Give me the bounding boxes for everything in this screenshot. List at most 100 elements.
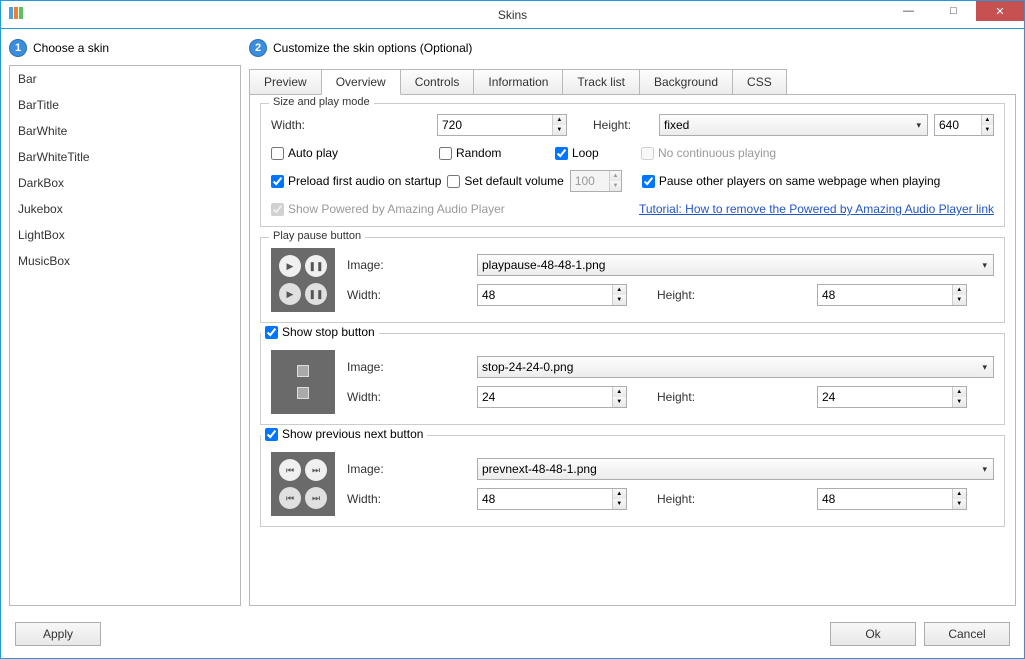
spinner-up-icon[interactable]: ▲ [982, 115, 993, 125]
spinner-down-icon[interactable]: ▼ [953, 397, 966, 407]
stop-legend-checkbox[interactable]: Show stop button [261, 325, 379, 339]
skin-item[interactable]: BarTitle [10, 92, 240, 118]
prevnext-height-spinner[interactable]: ▲▼ [817, 488, 967, 510]
defvol-spinner: ▲▼ [570, 170, 622, 192]
ok-button[interactable]: Ok [830, 622, 916, 646]
random-label: Random [456, 146, 501, 160]
titlebar[interactable]: Skins — □ ✕ [1, 1, 1024, 29]
step1-label: Choose a skin [33, 41, 109, 55]
spinner-down-icon[interactable]: ▼ [953, 295, 966, 305]
prevnext-image-value: prevnext-48-48-1.png [482, 462, 597, 476]
maximize-button[interactable]: □ [931, 1, 976, 21]
prevnext-fieldset: Show previous next button ⏮⏭ ⏮⏭ Image: p… [260, 435, 1005, 527]
spinner-up-icon[interactable]: ▲ [553, 115, 566, 125]
defvol-checkbox[interactable]: Set default volume [447, 174, 563, 188]
spinner-up-icon[interactable]: ▲ [953, 285, 966, 295]
close-button[interactable]: ✕ [976, 1, 1024, 21]
prevnext-legend-checkbox[interactable]: Show previous next button [261, 427, 427, 441]
playpause-width-input[interactable] [478, 285, 612, 305]
playpause-height-spinner[interactable]: ▲▼ [817, 284, 967, 306]
skin-item[interactable]: BarWhiteTitle [10, 144, 240, 170]
stop-height-spinner[interactable]: ▲▼ [817, 386, 967, 408]
tab-controls[interactable]: Controls [400, 69, 475, 94]
spinner-down-icon[interactable]: ▼ [613, 397, 626, 407]
spinner-up-icon[interactable]: ▲ [953, 489, 966, 499]
defvol-label: Set default volume [464, 174, 563, 188]
tab-preview[interactable]: Preview [249, 69, 322, 94]
loop-label: Loop [572, 146, 599, 160]
random-checkbox[interactable]: Random [439, 146, 549, 160]
skin-item[interactable]: Bar [10, 66, 240, 92]
prevnext-height-label: Height: [657, 492, 807, 506]
stop-width-label: Width: [347, 390, 467, 404]
prevnext-width-spinner[interactable]: ▲▼ [477, 488, 627, 510]
pauseothers-label: Pause other players on same webpage when… [659, 174, 941, 188]
stop-image-select[interactable]: stop-24-24-0.png [477, 356, 994, 378]
skin-item[interactable]: DarkBox [10, 170, 240, 196]
tutorial-link[interactable]: Tutorial: How to remove the Powered by A… [639, 202, 994, 216]
playpause-image-value: playpause-48-48-1.png [482, 258, 605, 272]
stop-image-label: Image: [347, 360, 467, 374]
loop-checkbox[interactable]: Loop [555, 146, 635, 160]
stop-image-value: stop-24-24-0.png [482, 360, 573, 374]
skin-item[interactable]: LightBox [10, 222, 240, 248]
tab-background[interactable]: Background [639, 69, 733, 94]
tab-css[interactable]: CSS [732, 69, 787, 94]
playpause-image-select[interactable]: playpause-48-48-1.png [477, 254, 994, 276]
spinner-down-icon[interactable]: ▼ [982, 125, 993, 135]
spinner-up-icon: ▲ [610, 171, 621, 181]
playpause-width-spinner[interactable]: ▲▼ [477, 284, 627, 306]
stop-height-label: Height: [657, 390, 807, 404]
width-input[interactable] [438, 115, 552, 135]
cancel-button[interactable]: Cancel [924, 622, 1010, 646]
nocontinuous-label: No continuous playing [658, 146, 776, 160]
stop-width-input[interactable] [478, 387, 612, 407]
prev-icon: ⏮ [279, 487, 301, 509]
spinner-down-icon[interactable]: ▼ [953, 499, 966, 509]
preload-checkbox[interactable]: Preload first audio on startup [271, 174, 441, 188]
skin-list[interactable]: BarBarTitleBarWhiteBarWhiteTitleDarkBoxJ… [9, 65, 241, 606]
spinner-up-icon[interactable]: ▲ [613, 489, 626, 499]
prevnext-height-input[interactable] [818, 489, 952, 509]
spinner-up-icon[interactable]: ▲ [613, 285, 626, 295]
apply-button[interactable]: Apply [15, 622, 101, 646]
width-spinner[interactable]: ▲▼ [437, 114, 567, 136]
tab-information[interactable]: Information [473, 69, 563, 94]
step1-badge: 1 [9, 39, 27, 57]
tab-track-list[interactable]: Track list [562, 69, 640, 94]
stop-height-input[interactable] [818, 387, 952, 407]
next-icon: ⏭ [305, 487, 327, 509]
step1-header: 1 Choose a skin [9, 37, 241, 59]
prevnext-image-select[interactable]: prevnext-48-48-1.png [477, 458, 994, 480]
spinner-down-icon[interactable]: ▼ [553, 125, 566, 135]
pauseothers-checkbox[interactable]: Pause other players on same webpage when… [642, 174, 941, 188]
height-input[interactable] [935, 115, 981, 135]
step2-label: Customize the skin options (Optional) [273, 41, 472, 55]
play-icon: ▶ [279, 283, 301, 305]
minimize-button[interactable]: — [886, 1, 931, 21]
spinner-down-icon[interactable]: ▼ [613, 295, 626, 305]
window-controls: — □ ✕ [886, 1, 1024, 21]
playpause-height-input[interactable] [818, 285, 952, 305]
preload-label: Preload first audio on startup [288, 174, 441, 188]
autoplay-checkbox[interactable]: Auto play [271, 146, 433, 160]
tab-overview[interactable]: Overview [321, 69, 401, 95]
height-spinner[interactable]: ▲▼ [934, 114, 994, 136]
stop-width-spinner[interactable]: ▲▼ [477, 386, 627, 408]
spinner-down-icon[interactable]: ▼ [613, 499, 626, 509]
skin-item[interactable]: MusicBox [10, 248, 240, 274]
spinner-down-icon: ▼ [610, 181, 621, 191]
nocontinuous-checkbox: No continuous playing [641, 146, 776, 160]
skin-item[interactable]: Jukebox [10, 196, 240, 222]
window-title: Skins [498, 8, 527, 22]
next-icon: ⏭ [305, 459, 327, 481]
play-icon: ▶ [279, 255, 301, 277]
playpause-fieldset: Play pause button ▶❚❚ ▶❚❚ Image: playpau… [260, 237, 1005, 323]
prevnext-width-input[interactable] [478, 489, 612, 509]
spinner-up-icon[interactable]: ▲ [613, 387, 626, 397]
skin-item[interactable]: BarWhite [10, 118, 240, 144]
prevnext-preview: ⏮⏭ ⏮⏭ [271, 452, 335, 516]
spinner-up-icon[interactable]: ▲ [953, 387, 966, 397]
height-mode-select[interactable]: fixed [659, 114, 928, 136]
prev-icon: ⏮ [279, 459, 301, 481]
